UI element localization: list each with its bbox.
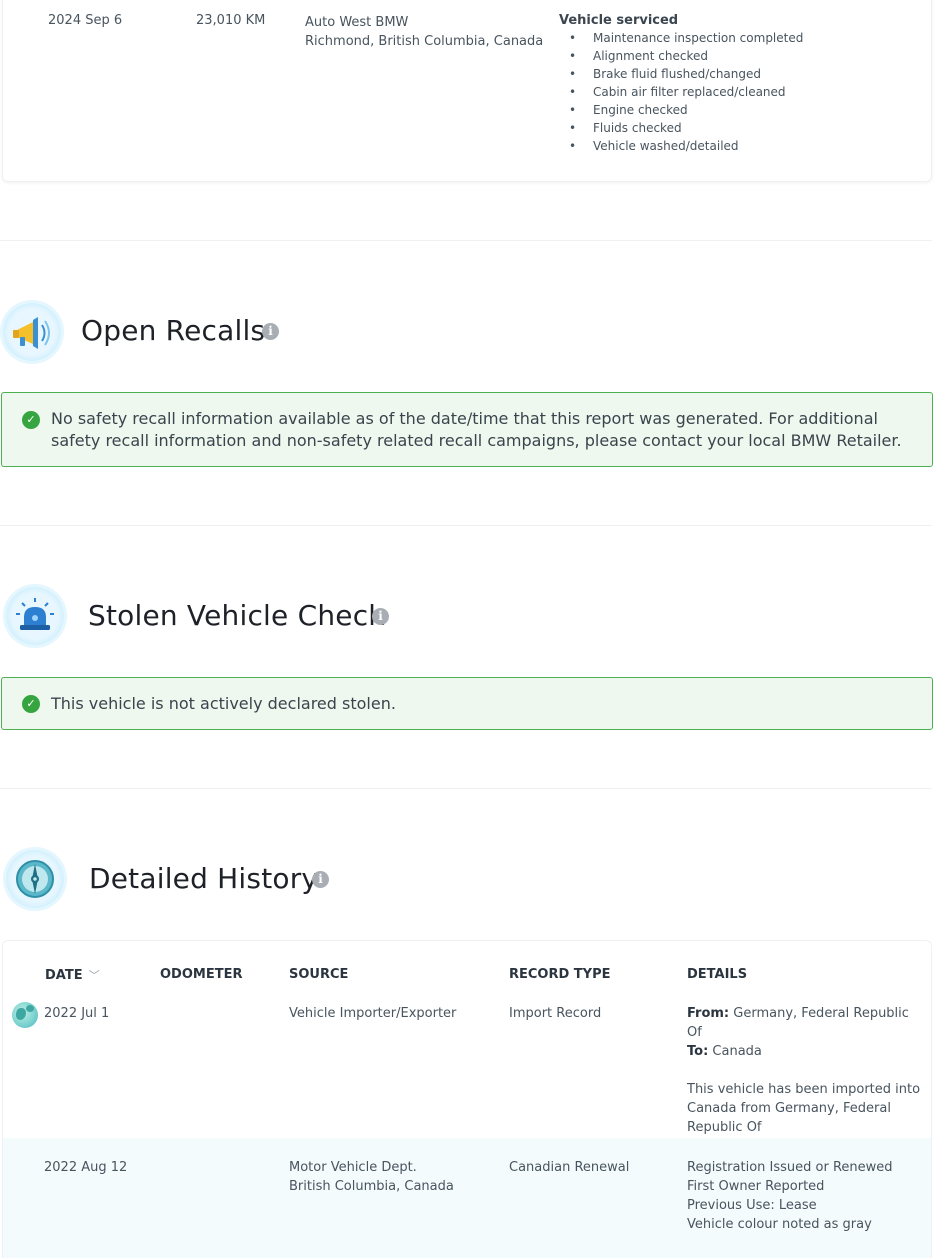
service-item: Brake fluid flushed/changed xyxy=(559,65,803,83)
row-source: Motor Vehicle Dept. British Columbia, Ca… xyxy=(289,1158,454,1196)
row-details: Registration Issued or Renewed First Own… xyxy=(687,1158,923,1234)
service-item: Alignment checked xyxy=(559,47,803,65)
import-note: This vehicle has been imported into Cana… xyxy=(687,1082,921,1135)
to-value: Canada xyxy=(712,1044,762,1059)
detail-line: Registration Issued or Renewed xyxy=(687,1160,893,1175)
row-source-name: Motor Vehicle Dept. xyxy=(289,1160,417,1175)
detail-line: First Owner Reported xyxy=(687,1179,825,1194)
row-source: Vehicle Importer/Exporter xyxy=(289,1006,457,1021)
row-record-type: Canadian Renewal xyxy=(509,1160,630,1175)
compass-icon xyxy=(6,850,64,908)
row-source-location: British Columbia, Canada xyxy=(289,1179,454,1194)
service-source-name: Auto West BMW xyxy=(305,15,409,30)
open-recalls-title: Open Recalls xyxy=(81,314,266,347)
import-to: To: Canada xyxy=(687,1042,923,1061)
row-details: From: Germany, Federal Republic Of To: C… xyxy=(687,1004,923,1137)
service-odometer: 23,010 KM xyxy=(196,13,266,28)
service-record-card: 2024 Sep 6 23,010 KM Auto West BMW Richm… xyxy=(2,0,932,182)
service-date: 2024 Sep 6 xyxy=(48,13,123,28)
service-source: Auto West BMW Richmond, British Columbia… xyxy=(305,13,543,51)
to-label: To: xyxy=(687,1044,709,1059)
check-circle-icon: ✓ xyxy=(22,695,40,713)
section-divider xyxy=(0,525,932,526)
info-icon[interactable]: i xyxy=(312,871,329,888)
megaphone-icon xyxy=(3,303,61,361)
info-icon[interactable]: i xyxy=(262,323,279,340)
service-items-list: Maintenance inspection completed Alignme… xyxy=(559,29,803,155)
service-details: Vehicle serviced Maintenance inspection … xyxy=(559,13,803,155)
detail-line: Previous Use: Lease xyxy=(687,1198,817,1213)
column-header-source: SOURCE xyxy=(289,967,349,982)
row-date: 2022 Jul 1 xyxy=(44,1006,110,1021)
vehicle-history-report: 2024 Sep 6 23,010 KM Auto West BMW Richm… xyxy=(0,0,938,1258)
service-item: Engine checked xyxy=(559,101,803,119)
check-circle-icon: ✓ xyxy=(22,411,40,429)
stolen-notice-message: This vehicle is not actively declared st… xyxy=(51,694,396,713)
section-divider xyxy=(0,788,932,789)
stolen-check-title: Stolen Vehicle Check xyxy=(88,599,385,632)
siren-icon xyxy=(6,587,64,645)
import-from: From: Germany, Federal Republic Of xyxy=(687,1004,923,1042)
from-label: From: xyxy=(687,1006,730,1021)
service-source-location: Richmond, British Columbia, Canada xyxy=(305,34,544,49)
row-record-type: Import Record xyxy=(509,1006,602,1021)
stolen-notice: ✓ This vehicle is not actively declared … xyxy=(1,677,933,730)
globe-icon xyxy=(12,1002,38,1028)
detailed-history-title: Detailed History xyxy=(89,862,319,895)
column-header-record-type: RECORD TYPE xyxy=(509,967,611,982)
detail-line: Vehicle colour noted as gray xyxy=(687,1217,872,1232)
service-item: Vehicle washed/detailed xyxy=(559,137,803,155)
column-header-odometer: ODOMETER xyxy=(160,967,243,982)
service-details-title: Vehicle serviced xyxy=(559,13,679,28)
info-icon[interactable]: i xyxy=(372,608,389,625)
service-item: Cabin air filter replaced/cleaned xyxy=(559,83,803,101)
recall-notice-message: No safety recall information available a… xyxy=(51,409,902,450)
service-item: Fluids checked xyxy=(559,119,803,137)
service-item: Maintenance inspection completed xyxy=(559,29,803,47)
chevron-down-icon[interactable]: ﹀ xyxy=(89,967,100,983)
row-date: 2022 Aug 12 xyxy=(44,1160,128,1175)
column-header-label: DATE xyxy=(45,968,83,983)
recall-notice: ✓ No safety recall information available… xyxy=(1,392,933,467)
section-divider xyxy=(0,240,932,241)
column-header-date[interactable]: DATE ﹀ xyxy=(45,967,100,983)
column-header-details: DETAILS xyxy=(687,967,748,982)
